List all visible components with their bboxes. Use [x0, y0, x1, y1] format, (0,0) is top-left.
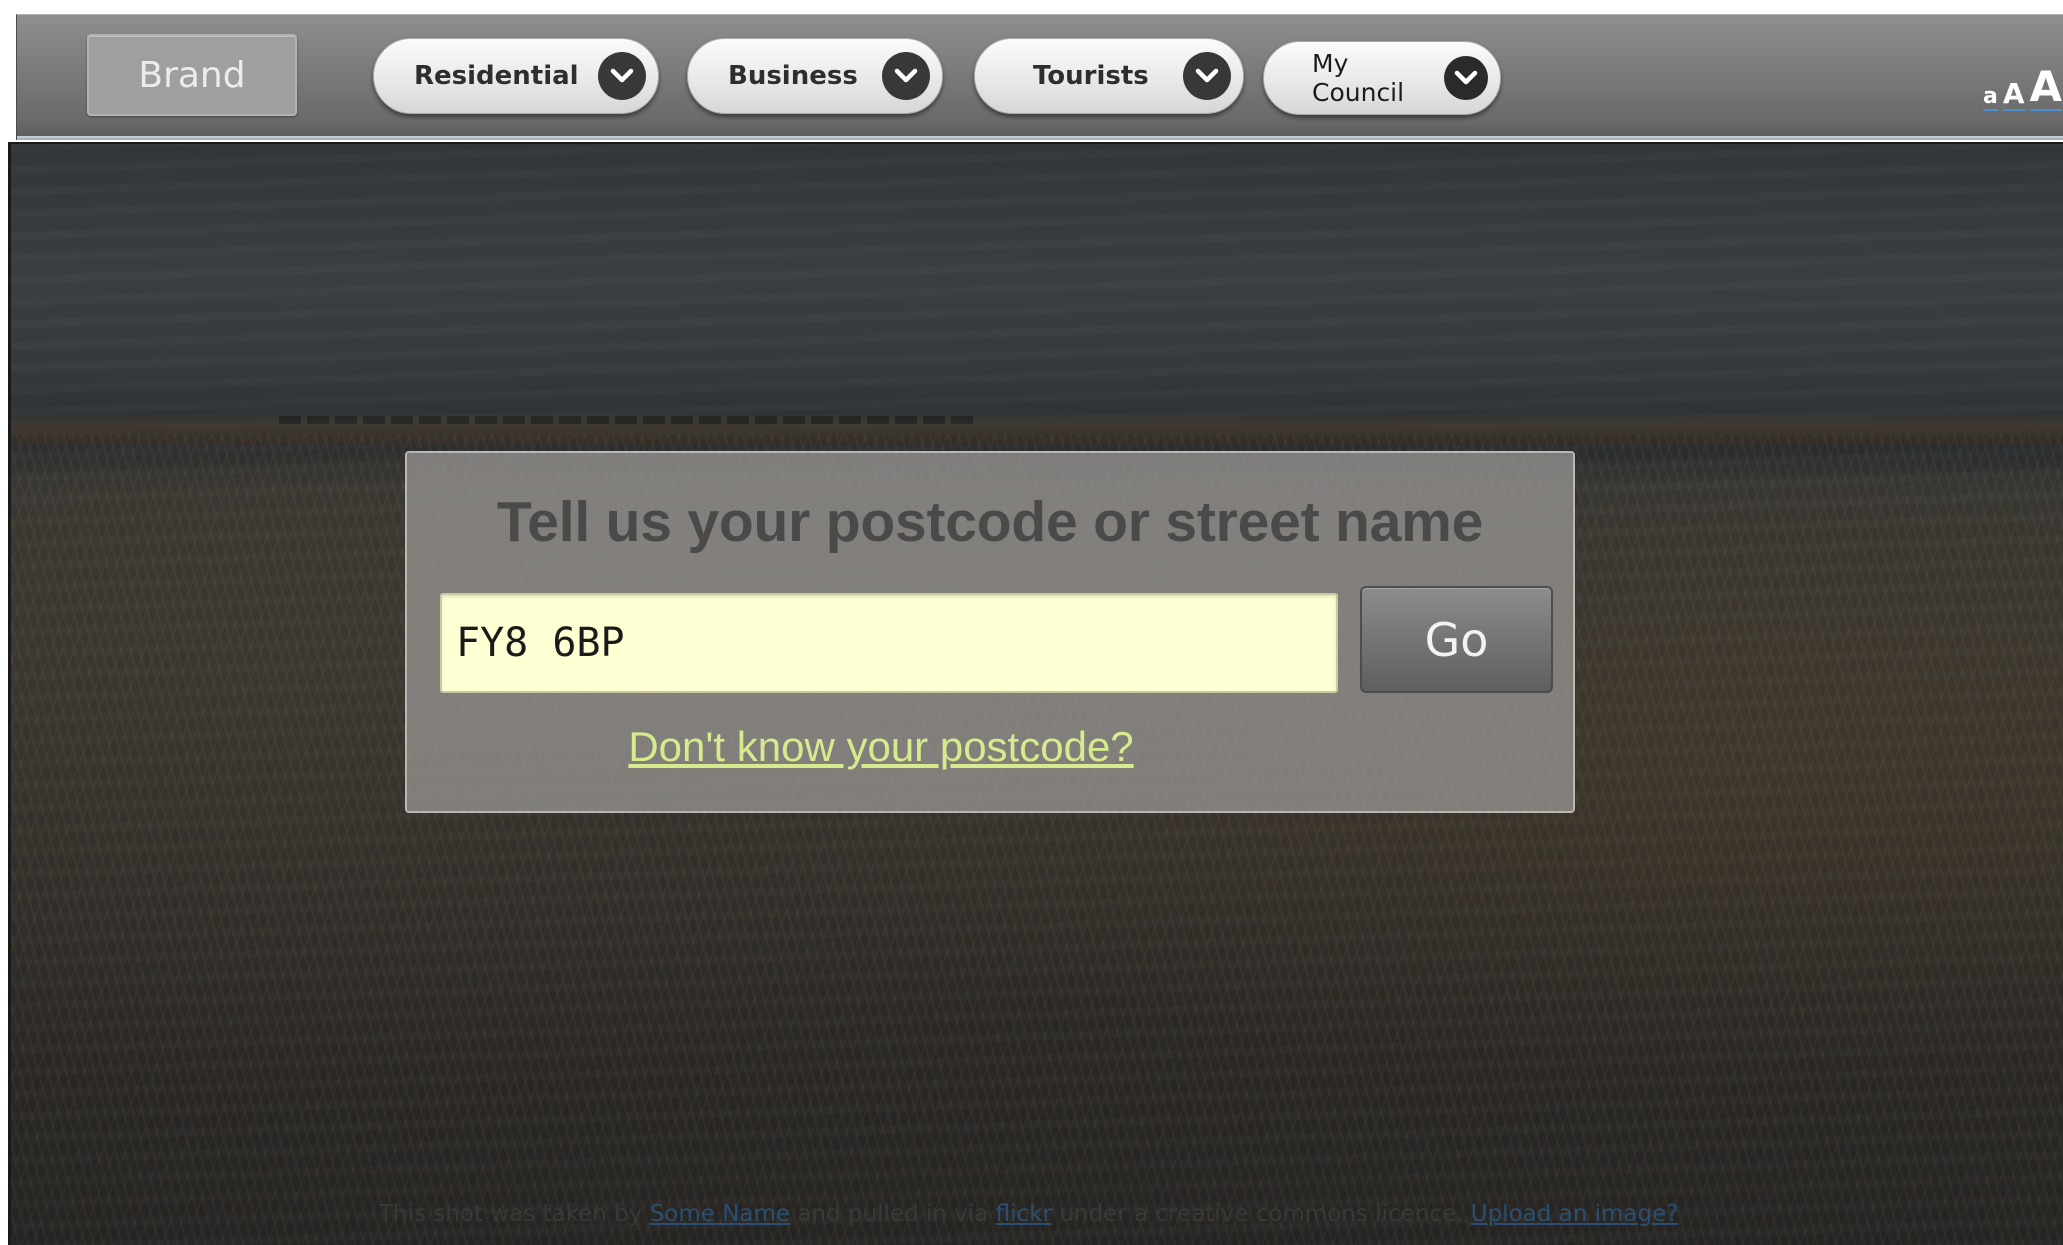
- search-panel-title: Tell us your postcode or street name: [496, 490, 1484, 554]
- distant-pier: [279, 416, 979, 424]
- menu-residential[interactable]: Residential: [373, 38, 659, 114]
- text-size-medium-button[interactable]: A: [2002, 80, 2025, 111]
- flickr-link[interactable]: flickr: [996, 1201, 1052, 1227]
- go-button[interactable]: Go: [1360, 586, 1553, 693]
- credit-prefix: This shot was taken by: [379, 1201, 643, 1227]
- chevron-down-icon: [1183, 52, 1231, 100]
- postcode-search-panel: Tell us your postcode or street name Go …: [405, 451, 1575, 813]
- brand-logo[interactable]: Brand: [87, 34, 297, 116]
- chevron-down-icon: [882, 52, 930, 100]
- menu-business-label: Business: [728, 61, 858, 91]
- text-size-small-button[interactable]: a: [1983, 86, 1998, 111]
- credit-middle: and pulled in via: [797, 1201, 989, 1227]
- photo-credit-text: This shot was taken by Some Name and pul…: [379, 1201, 1678, 1227]
- upload-image-link[interactable]: Upload an image?: [1471, 1201, 1679, 1227]
- postcode-input[interactable]: [440, 593, 1338, 693]
- menu-my-council[interactable]: My Council: [1263, 41, 1501, 115]
- photographer-link[interactable]: Some Name: [650, 1201, 790, 1227]
- credit-suffix: under a creative commons licence.: [1059, 1201, 1464, 1227]
- menu-tourists[interactable]: Tourists: [974, 38, 1244, 114]
- dont-know-postcode-link[interactable]: Don't know your postcode?: [407, 723, 1355, 771]
- text-size-controls: a A A: [1983, 51, 2063, 111]
- text-size-large-button[interactable]: A: [2029, 66, 2063, 111]
- chevron-down-icon: [598, 52, 646, 100]
- chevron-down-icon: [1444, 56, 1488, 100]
- menu-residential-label: Residential: [414, 61, 579, 91]
- menu-tourists-label: Tourists: [1033, 61, 1149, 91]
- menu-my-council-label: My Council: [1312, 49, 1405, 107]
- top-navigation-bar: Brand Residential Business Tourists My C…: [16, 14, 2063, 140]
- menu-business[interactable]: Business: [687, 38, 943, 114]
